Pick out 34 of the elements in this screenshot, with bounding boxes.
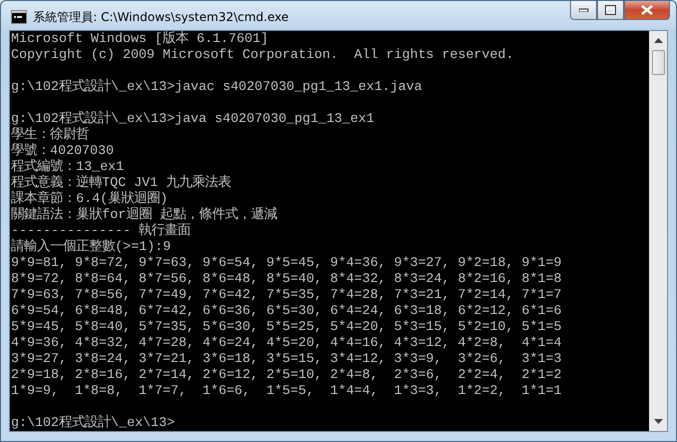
console-line: 請輸入一個正整數(>=1):9	[11, 239, 171, 255]
console-icon	[11, 10, 27, 24]
console-line: Microsoft Windows [版本 6.1.7601]	[11, 31, 268, 47]
maximize-button[interactable]	[597, 1, 624, 20]
console-line: 課本章節：6.4(巢狀迴圈)	[11, 191, 168, 206]
scroll-up-icon[interactable]	[654, 38, 663, 43]
console-line: 8*9=72, 8*8=64, 8*7=56, 8*6=48, 8*5=40, 8*4=32, 8*3=24, 8*2=16, 8*1=8	[11, 271, 562, 287]
minimize-button[interactable]	[570, 1, 597, 20]
close-button[interactable]	[624, 1, 670, 20]
scroll-thumb[interactable]	[652, 50, 665, 75]
console-line: 關鍵語法：巢狀for迴圈 起點，條件式，遞減	[11, 207, 277, 222]
console-line: g:\102程式設計\_ex\13>java s40207030_pg1_13_ex1	[11, 111, 374, 126]
console-line: 5*9=45, 5*8=40, 5*7=35, 5*6=30, 5*5=25, 5*4=20, 5*3=15, 5*2=10, 5*1=5	[11, 319, 562, 335]
console-line: 學號：40207030	[11, 143, 114, 159]
console-line: 6*9=54, 6*8=48, 6*7=42, 6*6=36, 6*5=30, 6*4=24, 6*3=18, 6*2=12, 6*1=6	[11, 303, 562, 319]
console-line: Copyright (c) 2009 Microsoft Corporation. All rights reserved.	[11, 47, 514, 63]
console-line: g:\102程式設計\_ex\13>javac s40207030_pg1_13_ex1.java	[11, 79, 422, 95]
console-line: 2*9=18, 2*8=16, 2*7=14, 2*6=12, 2*5=10, 2*4=8, 2*3=6, 2*2=4, 2*1=2	[11, 367, 562, 383]
console-line: 程式意義：逆轉TQC JV1 九九乘法表	[11, 175, 231, 190]
console-line: 4*9=36, 4*8=32, 4*7=28, 4*6=24, 4*5=20, 4*4=16, 4*3=12, 4*2=8, 4*1=4	[11, 335, 562, 351]
console-line: 學生：徐尉哲	[11, 127, 89, 143]
console-line: 1*9=9, 1*8=8, 1*7=7, 1*6=6, 1*5=5, 1*4=4, 1*3=3, 1*2=2, 1*1=1	[11, 383, 562, 399]
console-line: 程式編號：13_ex1	[11, 159, 124, 174]
console-line: 9*9=81, 9*8=72, 9*7=63, 9*6=54, 9*5=45, 9*4=36, 9*3=27, 9*2=18, 9*1=9	[11, 255, 562, 271]
window-title: 系統管理員: C:\Windows\system32\cmd.exe	[33, 9, 289, 26]
console-line: --------------- 執行畫面	[11, 223, 191, 238]
console-line: 3*9=27, 3*8=24, 3*7=21, 3*6=18, 3*5=15, 3*4=12, 3*3=9, 3*2=6, 3*1=3	[11, 351, 562, 367]
console-line: g:\102程式設計\_ex\13>	[11, 415, 175, 431]
close-icon	[641, 5, 653, 15]
maximize-icon	[605, 5, 616, 15]
scroll-down-icon[interactable]	[654, 419, 663, 424]
console-line: 7*9=63, 7*8=56, 7*7=49, 7*6=42, 7*5=35, 7*4=28, 7*3=21, 7*2=14, 7*1=7	[11, 287, 562, 303]
minimize-icon	[578, 8, 588, 12]
scrollbar[interactable]	[649, 31, 667, 431]
